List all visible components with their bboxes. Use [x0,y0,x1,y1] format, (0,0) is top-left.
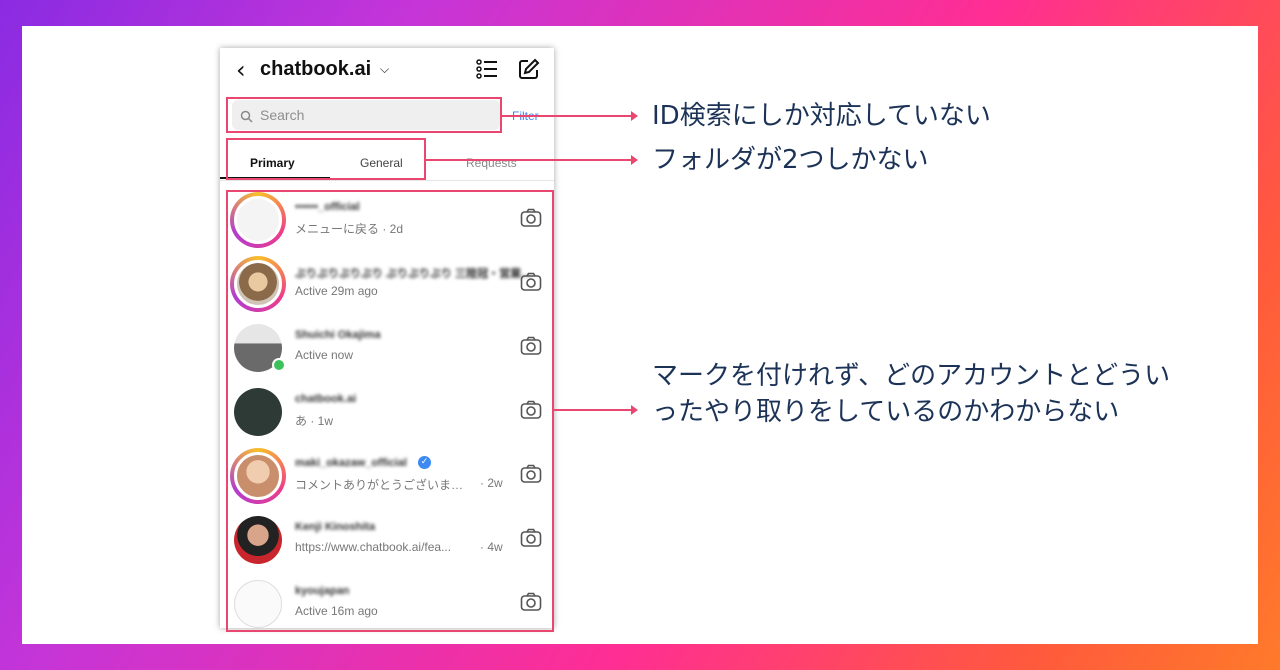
arrow-right-icon [554,405,638,415]
list-note: マークを付けれず、どのアカウントとどういったやり取りをしているのかわからない [652,361,1171,427]
tabs-highlight-box [226,138,426,180]
compose-icon[interactable] [518,58,540,84]
back-icon[interactable]: ‹ [236,56,246,84]
search-note: ID検索にしか対応していない [652,101,991,131]
list-icon[interactable] [476,58,498,84]
threads-highlight-box [226,190,554,632]
tabs-note: フォルダが2つしかない [652,145,929,175]
arrow-right-icon [502,111,638,121]
search-highlight-box [226,97,502,133]
account-title[interactable]: chatbook.ai [260,58,371,81]
slide-board: ‹ chatbook.ai ⌵ Search Primary General R… [22,26,1258,644]
dm-header: ‹ chatbook.ai ⌵ [220,48,554,94]
arrow-right-icon [426,155,638,165]
chevron-down-icon[interactable]: ⌵ [380,62,389,77]
